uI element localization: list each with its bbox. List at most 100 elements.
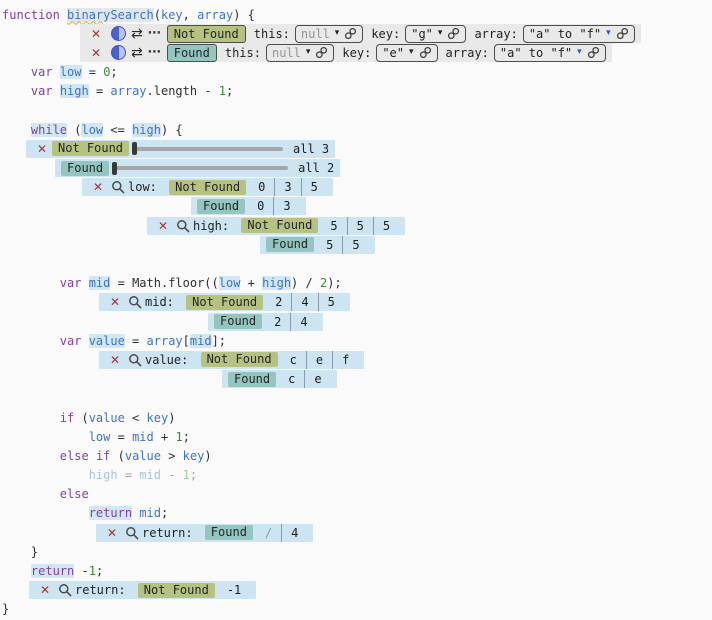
code-token: mid [139, 468, 161, 482]
value-cell: e [304, 370, 330, 388]
code-text: var mid = Math.floor((low + high) / 2); [2, 276, 342, 290]
close-icon[interactable]: ✕ [86, 27, 106, 41]
value-cells: ce [279, 370, 330, 388]
value-cell: 5 [318, 293, 344, 311]
value-cells: 245 [266, 293, 344, 311]
slider-track[interactable] [113, 166, 288, 170]
log-widget-row: ✕return: Found/4 [2, 523, 712, 542]
code-token: high [89, 468, 118, 482]
close-icon[interactable]: ✕ [105, 295, 125, 309]
code-token: ySearch [103, 8, 154, 22]
value-cell: 5 [317, 236, 342, 254]
search-icon[interactable] [108, 180, 128, 194]
param-dropdown[interactable]: "g"▾ [405, 25, 466, 43]
code-token: key [183, 449, 205, 463]
code-token: - [161, 468, 183, 482]
status-badge: Not Found [169, 180, 246, 195]
log2-widget-row: Found55 [2, 235, 712, 254]
close-icon[interactable]: ✕ [88, 180, 108, 194]
more-options-icon[interactable]: ⋯ [148, 46, 162, 59]
link-icon[interactable] [344, 27, 357, 40]
code-token: mid [139, 506, 161, 520]
slider-thumb[interactable] [132, 142, 137, 155]
more-options-icon[interactable]: ⋯ [148, 27, 162, 40]
link-icon[interactable] [315, 46, 328, 59]
swap-arrows-icon[interactable]: ⇄ [131, 46, 143, 60]
code-line: function binarySearch(key, array) { [2, 5, 712, 24]
param-value: null [301, 27, 330, 41]
value-cells: 55 [317, 236, 368, 254]
link-icon[interactable] [587, 46, 600, 59]
code-token: } [2, 602, 9, 616]
code-token: else [60, 449, 89, 463]
value-log-widget-secondary: Found55 [260, 236, 375, 254]
code-text: function binarySearch(key, array) { [2, 8, 255, 22]
code-token: var [60, 334, 89, 348]
code-token: ; [110, 65, 117, 79]
code-token: high [262, 276, 291, 290]
status-badge[interactable]: Not Found [167, 25, 246, 43]
code-line: return mid; [2, 504, 712, 523]
code-text: return mid; [2, 506, 168, 520]
code-text: if (value < key) [2, 411, 175, 425]
param-value: "e" [382, 46, 404, 60]
code-token: ( [67, 123, 81, 137]
search-icon[interactable] [122, 526, 142, 540]
log2-widget-row: Found03 [2, 197, 712, 216]
value-cell: 0 [248, 197, 273, 215]
slider-range-label: all 2 [298, 161, 334, 175]
code-token: [ [183, 334, 190, 348]
toggle-icon[interactable] [111, 45, 126, 60]
close-icon[interactable]: ✕ [86, 46, 106, 60]
close-icon[interactable]: ✕ [32, 142, 52, 156]
link-icon[interactable] [419, 46, 432, 59]
iteration-slider[interactable] [113, 162, 288, 175]
search-icon[interactable] [173, 219, 193, 233]
code-token: = [82, 65, 104, 79]
value-cell: c [279, 370, 304, 388]
slider-widget-row: Foundall 2 [2, 159, 712, 178]
link-icon[interactable] [616, 27, 629, 40]
value-cells: /4 [256, 524, 307, 542]
log2-widget-row: Foundce [2, 370, 712, 389]
link-icon[interactable] [447, 27, 460, 40]
swap-arrows-icon[interactable]: ⇄ [131, 27, 143, 41]
code-token: value [89, 411, 125, 425]
value-log-widget: ✕return: Found/4 [96, 524, 313, 542]
param-dropdown[interactable]: null▾ [266, 44, 334, 62]
param-dropdown[interactable]: "e"▾ [376, 44, 437, 62]
code-token: var [31, 84, 60, 98]
blank-line [2, 389, 712, 408]
variable-label: mid: [145, 295, 181, 309]
code-line: var value = array[mid]; [2, 331, 712, 350]
param-dropdown[interactable]: "a" to "f"▾ [494, 44, 606, 62]
search-icon[interactable] [55, 583, 75, 597]
close-icon[interactable]: ✕ [105, 353, 125, 367]
code-token: ( [154, 8, 161, 22]
code-token [2, 564, 31, 578]
log-widget-row: ✕return: Not Found-1 [2, 581, 712, 600]
close-icon[interactable]: ✕ [102, 526, 122, 540]
slider-track[interactable] [133, 147, 283, 151]
code-token: key [161, 8, 183, 22]
close-icon[interactable]: ✕ [153, 219, 173, 233]
iteration-slider[interactable] [133, 142, 283, 155]
status-badge[interactable]: Found [167, 44, 217, 62]
code-token: ; [183, 430, 190, 444]
param-dropdown[interactable]: "a" to "f"▾ [523, 25, 635, 43]
close-icon[interactable]: ✕ [35, 583, 55, 597]
code-token [89, 449, 96, 463]
search-icon[interactable] [125, 353, 145, 367]
slider-thumb[interactable] [112, 162, 117, 175]
code-text: low = mid + 1; [2, 430, 190, 444]
code-line: low = mid + 1; [2, 427, 712, 446]
param-dropdown[interactable]: null▾ [295, 25, 363, 43]
code-token: = Math.floor(( [110, 276, 218, 290]
code-token: else [60, 487, 89, 501]
search-icon[interactable] [125, 295, 145, 309]
value-cell: 5 [373, 217, 399, 235]
toggle-icon[interactable] [111, 26, 126, 41]
log-widget-row: ✕value: Not Foundcef [2, 350, 712, 369]
param-value: "g" [411, 27, 433, 41]
code-line: return -1; [2, 561, 712, 580]
